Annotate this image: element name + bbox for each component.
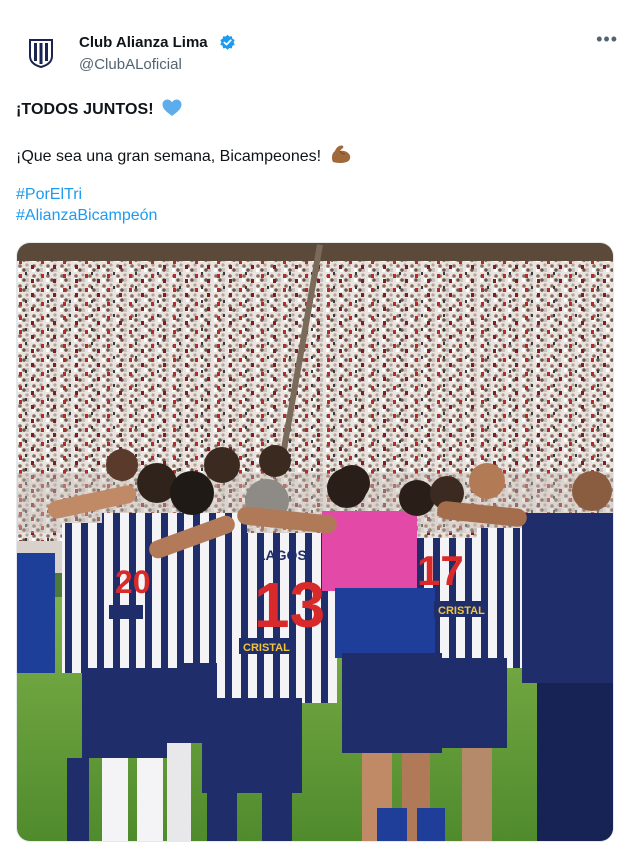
flexed-biceps-icon [331,145,350,163]
avatar[interactable] [18,30,64,76]
blue-heart-icon [162,99,182,116]
tweet-text-line-2: ¡Que sea una gran semana, Bicampeones! [16,144,352,166]
verified-badge-icon [220,34,235,50]
club-crest-icon [29,39,53,68]
tweet-text-1: ¡TODOS JUNTOS! [16,101,154,118]
more-options-icon[interactable]: ••• [596,30,618,48]
sponsor-logo: CRISTAL [438,605,485,617]
tweet-text-2: ¡Que sea una gran semana, Bicampeones! [16,148,322,165]
hashtag-link[interactable]: #AlianzaBicampeón [16,207,157,225]
author-handle[interactable]: @ClubALoficial [79,56,182,73]
jersey-name: LAGOS [257,547,307,563]
tweet-text-line-1: ¡TODOS JUNTOS! [16,99,182,119]
author-display-name[interactable]: Club Alianza Lima [79,34,208,51]
team-celebration-photo: 13 LAGOS 17 20 CRISTAL CRISTAL [17,243,613,841]
tweet-card: Club Alianza Lima @ClubALoficial ••• ¡TO… [0,0,640,854]
tweet-photo[interactable]: 13 LAGOS 17 20 CRISTAL CRISTAL [16,242,614,842]
jersey-number-17: 17 [417,547,464,594]
hashtag-link[interactable]: #PorElTri [16,186,82,204]
jersey-number-13: 13 [254,569,325,641]
sponsor-logo: CRISTAL [243,642,290,654]
jersey-number-20: 20 [115,564,151,600]
